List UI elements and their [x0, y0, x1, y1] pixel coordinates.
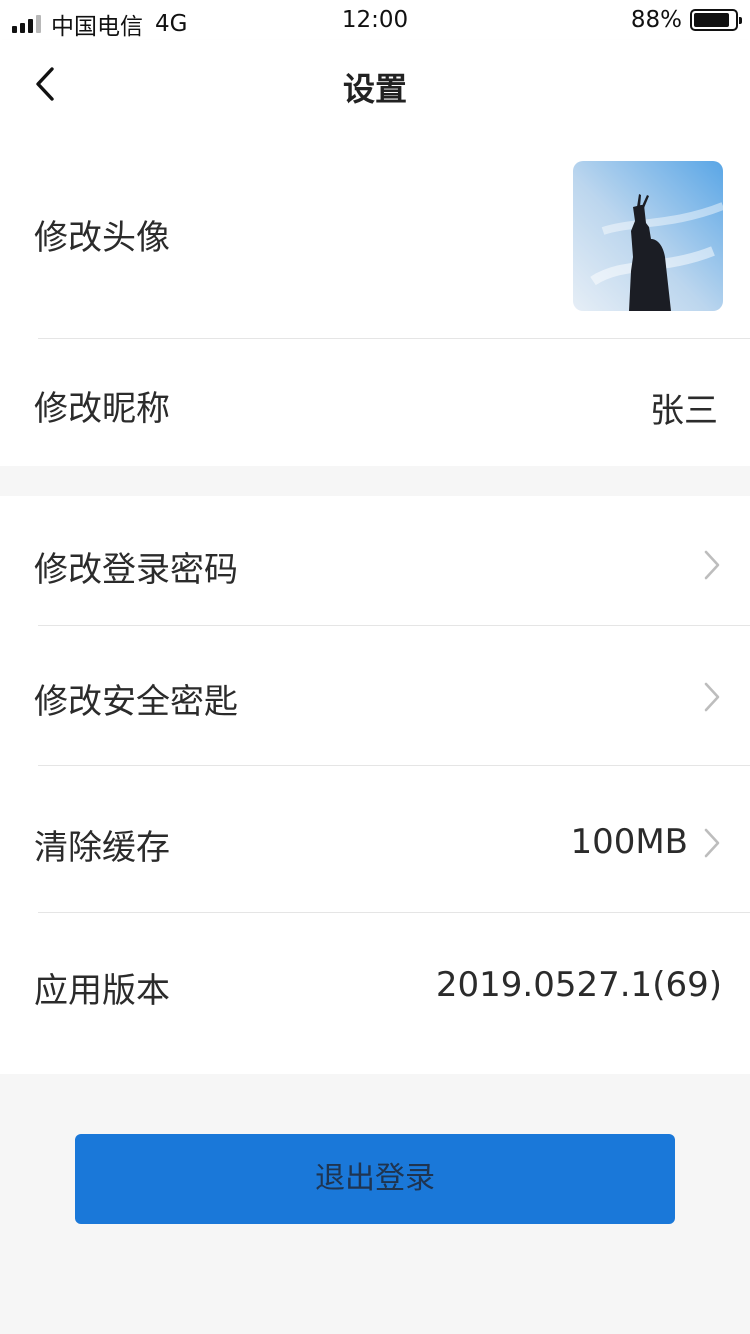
chevron-right-icon [704, 550, 720, 580]
app-version-label: 应用版本 [34, 971, 170, 1011]
app-version-value: 2019.0527.1(69) [435, 965, 722, 1005]
change-avatar-row[interactable]: 修改头像 [0, 128, 750, 338]
change-login-password-row[interactable]: 修改登录密码 [0, 496, 750, 625]
clear-cache-row[interactable]: 清除缓存 100MB [0, 766, 750, 912]
page-title: 设置 [342, 70, 407, 108]
chevron-right-icon [704, 682, 720, 712]
change-avatar-label: 修改头像 [34, 218, 170, 258]
change-security-key-label: 修改安全密匙 [34, 682, 238, 722]
battery-level [694, 13, 730, 27]
change-nickname-label: 修改昵称 [34, 389, 170, 429]
battery-percent: 88% [630, 7, 682, 33]
status-bar: 中国电信 4G 12:00 88% [0, 0, 750, 40]
change-nickname-row[interactable]: 修改昵称 张三 [0, 339, 750, 466]
change-login-password-label: 修改登录密码 [34, 550, 238, 590]
profile-group: 修改头像 修改昵称 张三 [0, 128, 750, 466]
clear-cache-label: 清除缓存 [34, 828, 170, 868]
change-security-key-row[interactable]: 修改安全密匙 [0, 626, 750, 765]
nickname-value: 张三 [650, 391, 718, 431]
navigation-bar: 设置 [0, 40, 750, 128]
avatar-image [573, 161, 723, 311]
avatar[interactable] [573, 161, 723, 311]
battery-icon [690, 9, 742, 31]
app-version-row: 应用版本 2019.0527.1(69) [0, 913, 750, 1074]
logout-button[interactable]: 退出登录 [75, 1134, 675, 1224]
cache-size: 100MB [570, 822, 688, 862]
settings-group: 修改登录密码 修改安全密匙 清除缓存 100MB 应用版本 2019.0527.… [0, 496, 750, 1074]
status-right: 88% [630, 7, 742, 33]
chevron-right-icon [704, 828, 720, 858]
